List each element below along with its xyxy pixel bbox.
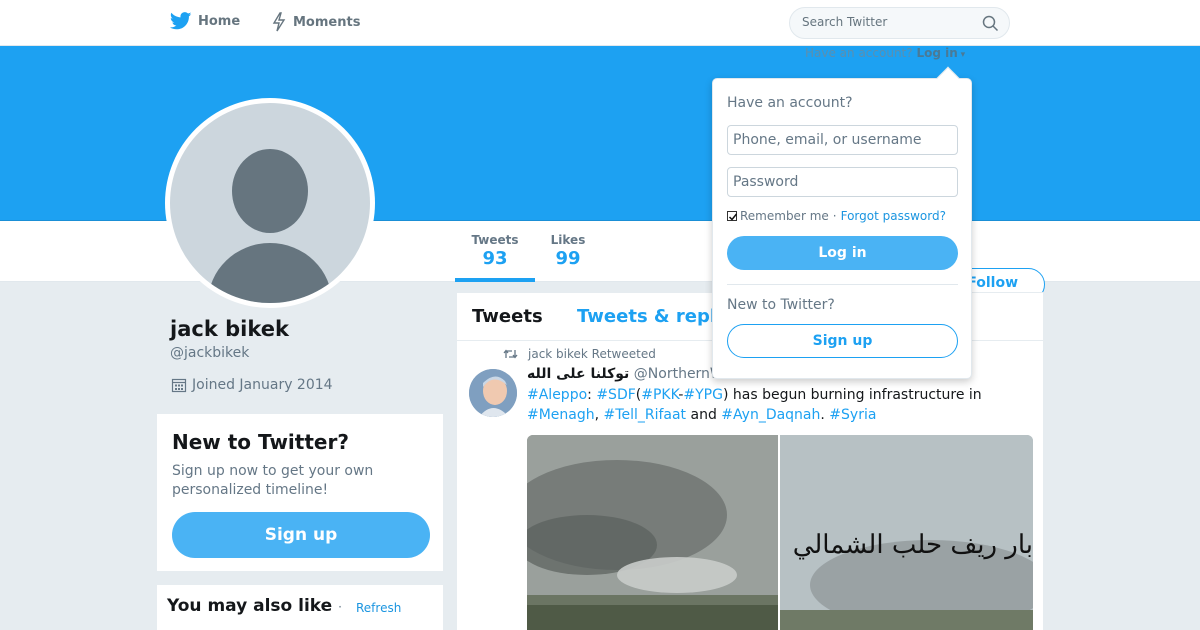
- twitter-bird-icon: [170, 12, 192, 30]
- dropdown-signup-button[interactable]: Sign up: [727, 324, 958, 358]
- who-to-follow-sep: ·: [338, 600, 342, 614]
- top-nav-bar: Home Moments: [0, 0, 1200, 46]
- stat-tweets-label: Tweets: [471, 233, 519, 247]
- profile-name[interactable]: jack bikek: [170, 317, 289, 341]
- default-avatar-icon: [170, 103, 370, 303]
- remember-me-checkbox[interactable]: [727, 211, 738, 221]
- retweet-context[interactable]: jack bikek Retweeted: [503, 347, 656, 361]
- stat-likes-value: 99: [555, 248, 581, 269]
- who-to-follow-card: You may also like · Refresh: [156, 584, 444, 630]
- tweet-media[interactable]: بار ريف حلب الشمالي: [527, 435, 1033, 630]
- signup-card-body: Sign up now to get your own personalized…: [172, 463, 374, 498]
- hashtag-link[interactable]: #SDF: [596, 387, 635, 403]
- username-field[interactable]: [727, 125, 958, 155]
- active-tab-indicator: [455, 278, 535, 282]
- password-field[interactable]: [727, 167, 958, 197]
- profile-handle[interactable]: @jackbikek: [170, 345, 249, 361]
- hashtag-link[interactable]: #Tell_Rifaat: [604, 407, 687, 423]
- hashtag-link[interactable]: #Menagh: [527, 407, 595, 423]
- stat-tweets-value: 93: [482, 248, 508, 269]
- signup-card: New to Twitter? Sign up now to get your …: [156, 413, 444, 572]
- new-to-twitter-text: New to Twitter?: [727, 297, 835, 313]
- tweet-author-name[interactable]: توكلنا على الله: [527, 366, 629, 382]
- nav-moments-label: Moments: [293, 14, 361, 30]
- retweet-icon: [503, 349, 518, 359]
- caret-down-icon: ▾: [957, 50, 966, 60]
- refresh-link[interactable]: Refresh: [356, 601, 401, 615]
- tweet-photo-1[interactable]: [527, 435, 778, 630]
- joined-text: Joined January 2014: [192, 377, 333, 393]
- profile-avatar[interactable]: [165, 98, 375, 308]
- login-hint[interactable]: Have an account? Log in ▾: [805, 46, 965, 60]
- dropdown-divider: [727, 284, 958, 285]
- search-icon[interactable]: [982, 15, 999, 32]
- stat-tweets[interactable]: Tweets 93: [470, 233, 520, 269]
- tab-tweets-and-replies[interactable]: Tweets & repl: [577, 306, 716, 327]
- tweet-text-part: .: [820, 407, 830, 423]
- joined-date: Joined January 2014: [171, 377, 333, 393]
- hashtag-link[interactable]: #Syria: [829, 407, 876, 423]
- remember-sep: ·: [832, 209, 837, 223]
- checkmark-icon: [728, 213, 738, 221]
- nav-moments[interactable]: Moments: [271, 12, 360, 32]
- login-dropdown-title: Have an account?: [727, 95, 853, 111]
- tweet-author-avatar[interactable]: [469, 369, 517, 417]
- nav-home-label: Home: [198, 13, 241, 29]
- tweet-text: #Aleppo: #SDF(#PKK-#YPG) has begun burni…: [527, 385, 1027, 425]
- hashtag-link[interactable]: #YPG: [683, 387, 723, 403]
- search-box[interactable]: [789, 7, 1010, 39]
- tweet-text-part: and: [686, 407, 722, 423]
- hashtag-link[interactable]: #PKK: [641, 387, 678, 403]
- nav-home[interactable]: Home: [170, 12, 240, 30]
- search-input[interactable]: [802, 15, 972, 29]
- hashtag-link[interactable]: #Ayn_Daqnah: [721, 407, 820, 423]
- remember-me-label[interactable]: Remember me: [740, 209, 829, 223]
- forgot-password-link[interactable]: Forgot password?: [841, 209, 946, 223]
- login-hint-text: Have an account?: [805, 46, 913, 60]
- lightning-icon: [272, 12, 286, 32]
- login-dropdown: Have an account? Remember me · Forgot pa…: [712, 66, 972, 379]
- stat-likes-label: Likes: [550, 233, 586, 247]
- tweet-text-part: ,: [594, 407, 604, 423]
- tweet-text-part: ) has begun burning infrastructure in: [722, 387, 982, 403]
- calendar-icon: [171, 378, 187, 393]
- login-button[interactable]: Log in: [727, 236, 958, 270]
- signup-card-title: New to Twitter?: [172, 430, 349, 454]
- signup-button[interactable]: Sign up: [172, 512, 430, 558]
- tab-tweets[interactable]: Tweets: [472, 306, 543, 327]
- remember-row: Remember me · Forgot password?: [727, 209, 946, 223]
- hashtag-link[interactable]: #Aleppo: [527, 387, 587, 403]
- retweet-context-text: jack bikek Retweeted: [528, 347, 656, 361]
- image-overlay-text: بار ريف حلب الشمالي: [792, 530, 1033, 560]
- who-to-follow-title: You may also like ·: [167, 596, 342, 616]
- tweet-text-part: :: [587, 387, 597, 403]
- stat-likes[interactable]: Likes 99: [550, 233, 586, 269]
- who-to-follow-title-text: You may also like: [167, 596, 333, 616]
- login-link[interactable]: Log in: [916, 46, 957, 60]
